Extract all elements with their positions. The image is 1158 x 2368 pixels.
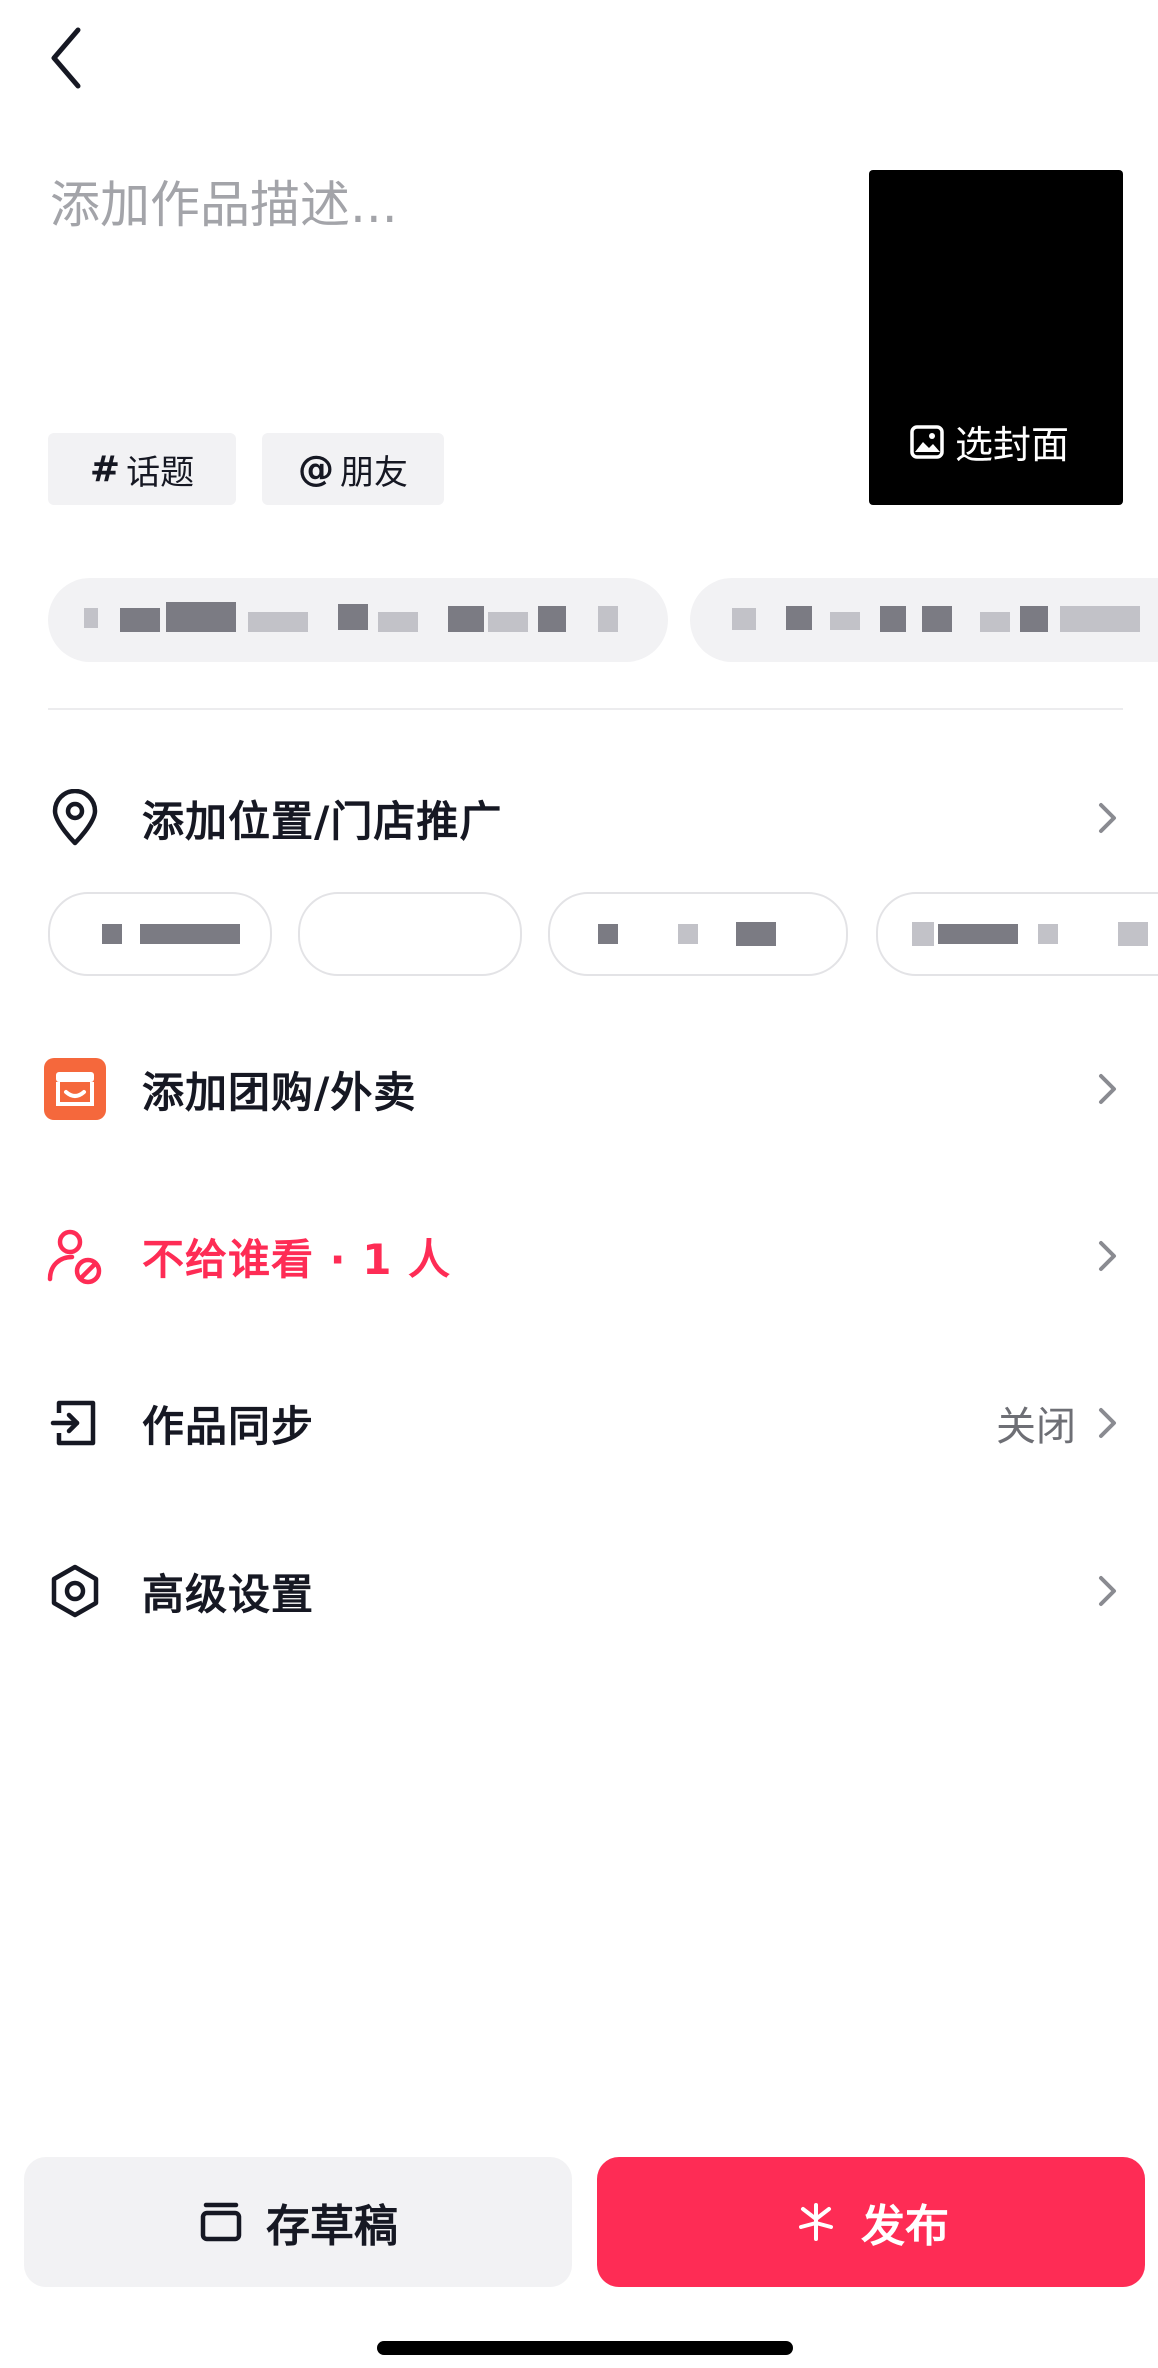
work-sync-value: 关闭 <box>996 1404 1076 1450</box>
hide-from-label: 不给谁看 · 1 人 <box>142 1234 452 1284</box>
back-button[interactable] <box>40 22 104 94</box>
add-location-row[interactable]: 添加位置/门店推广 <box>44 773 1124 863</box>
draft-box-icon <box>200 2202 242 2242</box>
mention-friend-button[interactable]: @ 朋友 <box>262 433 444 505</box>
add-groupbuy-label: 添加团购/外卖 <box>142 1067 417 1117</box>
save-draft-button[interactable]: 存草稿 <box>24 2157 572 2287</box>
suggestion-chip[interactable] <box>690 578 1158 662</box>
publish-button[interactable]: 发布 <box>597 2157 1145 2287</box>
section-divider <box>48 708 1123 710</box>
user-block-icon <box>47 1229 102 1285</box>
exit-box-icon <box>50 1400 96 1446</box>
save-draft-label: 存草稿 <box>266 2201 398 2252</box>
description-input[interactable] <box>50 165 810 245</box>
location-suggestion-pill[interactable] <box>48 892 272 976</box>
image-icon <box>910 424 944 459</box>
hide-from-row[interactable]: 不给谁看 · 1 人 <box>44 1211 1124 1301</box>
home-indicator <box>377 2341 793 2355</box>
chevron-right-icon <box>1099 1408 1116 1438</box>
location-pin-icon <box>52 789 98 846</box>
at-icon: @ <box>298 448 334 490</box>
friend-label: 朋友 <box>340 452 408 493</box>
advanced-settings-row[interactable]: 高级设置 <box>44 1546 1124 1636</box>
hashtag-icon: # <box>89 448 121 490</box>
select-cover-button[interactable]: 选封面 <box>909 414 1069 469</box>
advanced-settings-label: 高级设置 <box>142 1569 315 1619</box>
work-sync-label: 作品同步 <box>142 1401 315 1451</box>
add-groupbuy-row[interactable]: 添加团购/外卖 <box>44 1044 1124 1134</box>
location-suggestion-pill[interactable] <box>876 892 1158 976</box>
chevron-right-icon <box>1099 1576 1116 1606</box>
add-topic-button[interactable]: # 话题 <box>48 433 236 505</box>
work-sync-row[interactable]: 作品同步 关闭 <box>44 1378 1124 1468</box>
chevron-right-icon <box>1099 1241 1116 1271</box>
suggestion-chip[interactable] <box>48 578 668 662</box>
chevron-right-icon <box>1099 803 1116 833</box>
sparkle-icon <box>799 2203 833 2241</box>
cover-thumbnail[interactable]: 选封面 <box>869 170 1123 505</box>
shop-icon <box>44 1058 106 1120</box>
location-suggestion-pill[interactable] <box>298 892 522 976</box>
add-location-label: 添加位置/门店推广 <box>142 796 503 846</box>
chevron-left-icon <box>51 27 81 89</box>
location-suggestion-pill[interactable] <box>548 892 848 976</box>
topic-label: 话题 <box>126 452 195 493</box>
hexagon-gear-icon <box>51 1564 99 1618</box>
chevron-right-icon <box>1099 1074 1116 1104</box>
select-cover-label: 选封面 <box>955 423 1070 467</box>
publish-label: 发布 <box>861 2201 949 2252</box>
